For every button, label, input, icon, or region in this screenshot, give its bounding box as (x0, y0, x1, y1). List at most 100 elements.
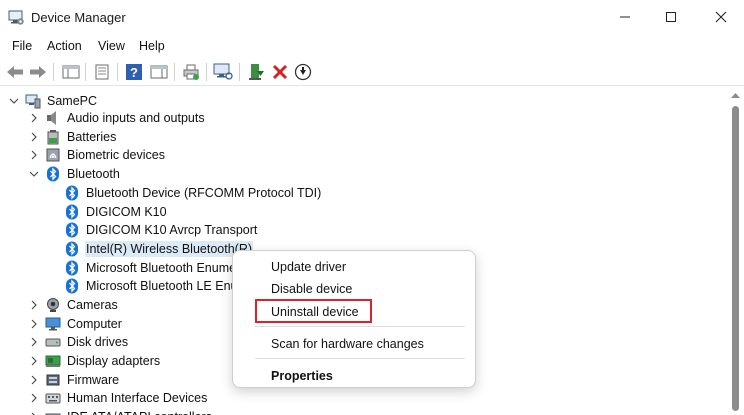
help-icon: ? (126, 64, 142, 80)
maximize-button[interactable] (648, 0, 694, 34)
collapse-arrow-icon[interactable] (29, 170, 39, 178)
firmware-chip-icon (45, 372, 61, 388)
vertical-scrollbar[interactable] (727, 88, 744, 415)
window-title: Device Manager (31, 10, 126, 25)
bluetooth-icon (64, 185, 80, 201)
device-manager-icon (8, 10, 24, 25)
bluetooth-icon (45, 166, 61, 182)
expander[interactable] (27, 150, 41, 160)
menu-bar: File Action View Help (0, 36, 744, 58)
tree-label: Cameras (67, 298, 118, 312)
disable-device-menu-item[interactable]: Disable device (271, 282, 352, 296)
close-icon (715, 11, 727, 23)
tree-label: DIGICOM K10 Avrcp Transport (86, 223, 258, 237)
tree-device[interactable]: Microsoft Bluetooth Enumerator (46, 259, 263, 277)
tree-device[interactable]: DIGICOM K10 (46, 203, 168, 221)
tree-category[interactable]: Human Interface Devices (27, 389, 208, 407)
disable-device-button[interactable] (293, 62, 313, 82)
menu-separator (255, 326, 465, 327)
tree-category[interactable]: Firmware (27, 371, 120, 389)
collapse-arrow-icon[interactable] (9, 97, 19, 105)
expander[interactable] (27, 356, 41, 366)
scroll-up-arrow-icon[interactable] (731, 92, 740, 99)
tree-category[interactable]: Disk drives (27, 333, 129, 351)
properties-toolbar-button[interactable] (92, 62, 112, 82)
tree-category[interactable]: Batteries (27, 128, 117, 146)
back-button[interactable] (5, 62, 25, 82)
tree-category[interactable]: IDE ATA/ATAPI controllers (27, 408, 213, 415)
print-button[interactable] (181, 62, 201, 82)
action-pane-button[interactable] (149, 62, 169, 82)
forward-button[interactable] (28, 62, 48, 82)
tree-label: Disk drives (67, 335, 129, 349)
bluetooth-icon (64, 222, 80, 238)
tree-device[interactable]: DIGICOM K10 Avrcp Transport (46, 221, 258, 239)
expand-arrow-icon[interactable] (30, 300, 38, 310)
menu-file[interactable]: File (12, 39, 32, 53)
expand-arrow-icon[interactable] (30, 337, 38, 347)
tree-root[interactable]: SamePC (7, 92, 98, 110)
camera-icon (45, 297, 61, 313)
tree-category[interactable]: Display adapters (27, 352, 161, 370)
tree-device[interactable]: Bluetooth Device (RFCOMM Protocol TDI) (46, 184, 322, 202)
forward-arrow-icon (30, 66, 46, 78)
tree-category[interactable]: Bluetooth (27, 165, 121, 183)
minimize-button[interactable] (602, 0, 648, 34)
expand-arrow-icon[interactable] (30, 356, 38, 366)
tree-label: Computer (67, 317, 122, 331)
menu-help[interactable]: Help (139, 39, 165, 53)
scan-hardware-button[interactable] (213, 62, 233, 82)
show-hide-console-tree-button[interactable] (61, 62, 81, 82)
tree-label: Bluetooth Device (RFCOMM Protocol TDI) (86, 186, 322, 200)
expander[interactable] (27, 132, 41, 142)
audio-icon (45, 110, 61, 126)
svg-text:?: ? (130, 65, 138, 80)
toolbar-separator (206, 63, 207, 81)
tree-label: DIGICOM K10 (86, 205, 167, 219)
update-driver-menu-item[interactable]: Update driver (271, 260, 346, 274)
expand-arrow-icon[interactable] (30, 132, 38, 142)
expander[interactable] (7, 97, 21, 105)
help-toolbar-button[interactable]: ? (124, 62, 144, 82)
action-pane-icon (150, 65, 168, 79)
context-menu: Update driver Disable device Uninstall d… (232, 250, 476, 388)
tree-label: Bluetooth (67, 167, 120, 181)
expand-arrow-icon[interactable] (30, 319, 38, 329)
expander[interactable] (27, 393, 41, 403)
tree-label: Display adapters (67, 354, 161, 368)
menu-view[interactable]: View (98, 39, 125, 53)
battery-icon (45, 129, 61, 145)
uninstall-device-button[interactable] (270, 62, 290, 82)
scroll-thumb[interactable] (732, 106, 739, 411)
tree-category[interactable]: Computer (27, 315, 123, 333)
display-adapter-icon (45, 353, 61, 369)
update-driver-button[interactable] (246, 62, 266, 82)
expand-arrow-icon[interactable] (30, 113, 38, 123)
toolbar-separator (174, 63, 175, 81)
tree-category[interactable]: Cameras (27, 296, 119, 314)
uninstall-device-menu-item[interactable]: Uninstall device (271, 305, 359, 319)
monitor-icon (45, 316, 61, 332)
menu-separator (255, 358, 465, 359)
expand-arrow-icon[interactable] (30, 150, 38, 160)
expander[interactable] (27, 337, 41, 347)
tree-label: Human Interface Devices (67, 391, 208, 405)
expander[interactable] (27, 375, 41, 385)
tree-category[interactable]: Audio inputs and outputs (27, 109, 206, 127)
update-driver-icon (249, 64, 264, 80)
expand-arrow-icon[interactable] (30, 393, 38, 403)
expander[interactable] (27, 113, 41, 123)
toolbar-separator (239, 63, 240, 81)
expander[interactable] (27, 319, 41, 329)
expander[interactable] (27, 170, 41, 178)
scan-hardware-menu-item[interactable]: Scan for hardware changes (271, 337, 424, 351)
red-x-icon (272, 64, 288, 80)
close-button[interactable] (698, 0, 744, 34)
tree-device[interactable]: Intel(R) Wireless Bluetooth(R) (46, 240, 254, 258)
tree-label: Firmware (67, 373, 120, 387)
menu-action[interactable]: Action (47, 39, 82, 53)
tree-category[interactable]: Biometric devices (27, 146, 166, 164)
expand-arrow-icon[interactable] (30, 375, 38, 385)
expander[interactable] (27, 300, 41, 310)
properties-menu-item[interactable]: Properties (271, 369, 333, 383)
